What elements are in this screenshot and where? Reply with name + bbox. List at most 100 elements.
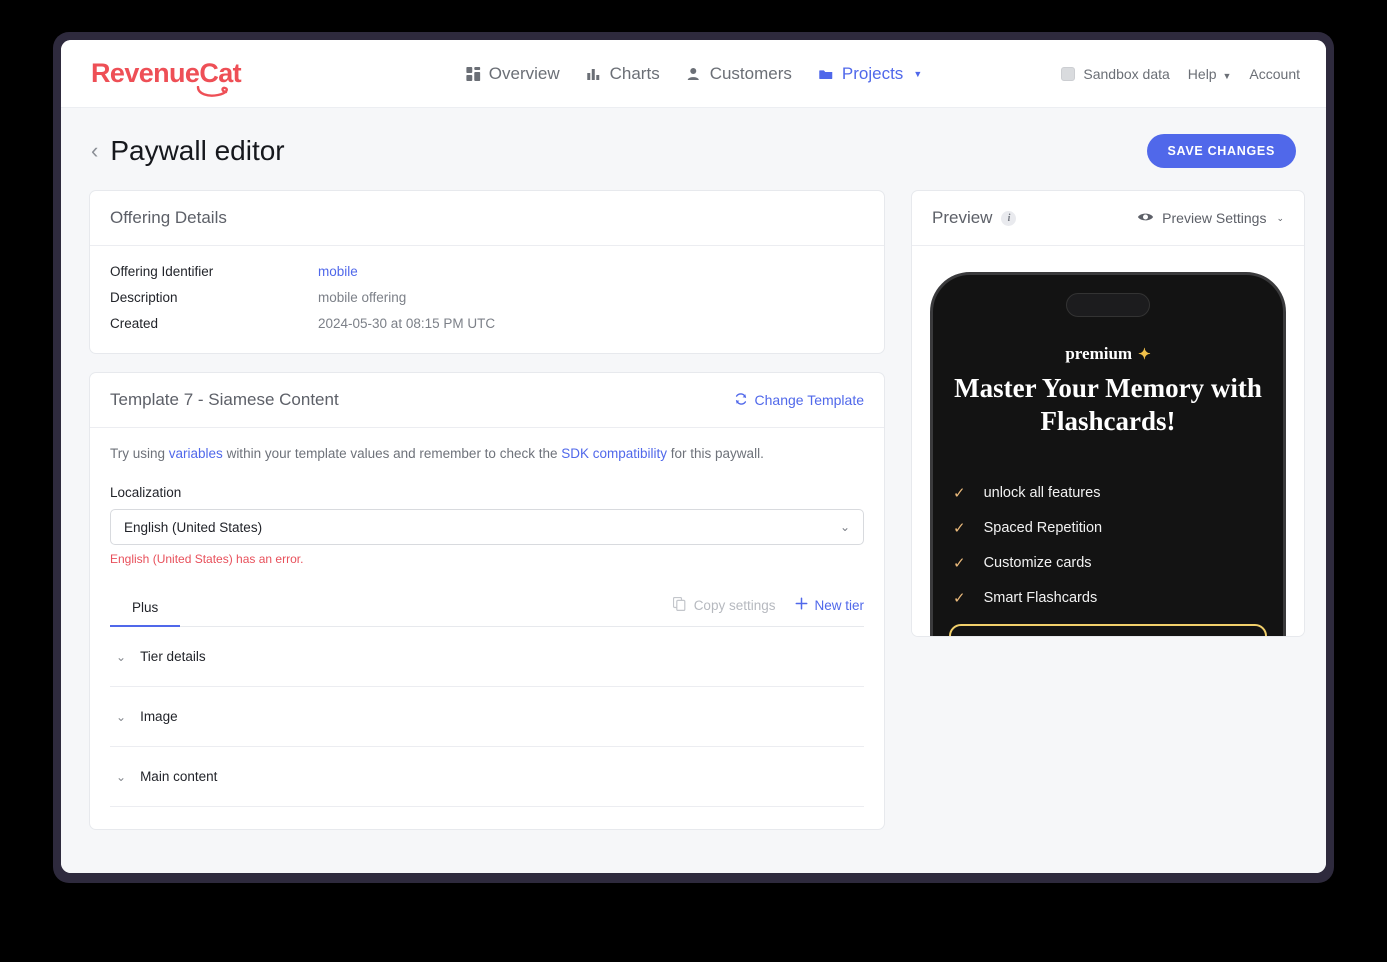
phone-notch [1066,293,1150,317]
check-icon: ✓ [953,519,966,537]
chevron-down-icon: ⌄ [116,709,127,724]
nav-item-charts[interactable]: Charts [586,64,660,84]
tier-tabs: Plus Copy settings New tier [110,592,864,627]
localization-label: Localization [110,485,182,500]
bar-chart-icon [586,66,602,82]
account-label: Account [1249,65,1300,82]
variables-link[interactable]: variables [169,446,223,461]
nav-label-charts: Charts [609,63,660,83]
revenuecat-logo[interactable]: RevenueCat [91,58,242,97]
template-hint: Try using variables within your template… [110,446,864,461]
folder-icon [818,66,834,82]
sparkle-icon: ✦ [1138,346,1151,363]
phone-preview-stage: premium ✦ Master Your Memory with Flashc… [912,246,1304,636]
paywall-feature-list: ✓ unlock all features ✓ Spaced Repetitio… [953,484,1263,624]
detail-row-identifier: Offering Identifier mobile [110,264,864,279]
list-item: ✓ unlock all features [953,484,1263,502]
tab-plus[interactable]: Plus [110,592,181,627]
sandbox-data-label: Sandbox data [1083,65,1170,82]
offering-identifier-link[interactable]: mobile [318,264,358,279]
feature-label: Spaced Repetition [983,519,1103,536]
detail-label: Offering Identifier [110,264,214,279]
sdk-compatibility-link[interactable]: SDK compatibility [561,446,667,461]
detail-label: Description [110,290,178,305]
change-template-button[interactable]: Change Template [734,392,864,409]
template-title: Template 7 - Siamese Content [110,390,339,409]
accordion-main-content: ⌄ Main content [110,747,864,807]
help-menu[interactable]: Help ▼ [1188,66,1232,82]
page-title: Paywall editor [110,135,285,166]
back-chevron-icon[interactable]: ‹ [91,140,98,162]
app-viewport: RevenueCat Overview Charts Customers Pro… [61,40,1326,873]
secondary-nav: Sandbox data Help ▼ Account [1061,66,1300,82]
nav-item-customers[interactable]: Customers [686,64,792,84]
change-template-label: Change Template [754,392,864,408]
hint-middle: within your template values and remember… [222,446,562,461]
template-body: Try using variables within your template… [90,428,884,829]
hint-prefix: Try using [110,446,169,461]
preview-title: Preview [932,208,993,227]
feature-label: Customize cards [983,554,1092,571]
chevron-down-icon: ⌄ [839,520,850,534]
accordion-label: Main content [140,769,218,784]
refresh-icon [734,392,748,409]
check-icon: ✓ [953,554,966,572]
chevron-down-icon: ⌄ [116,769,127,784]
detail-row-created: Created 2024-05-30 at 08:15 PM UTC [110,316,864,331]
save-changes-button[interactable]: SAVE CHANGES [1146,134,1296,168]
localization-select[interactable]: English (United States) ⌄ [110,509,864,545]
logo-text: RevenueCat [91,58,242,88]
top-navbar: RevenueCat Overview Charts Customers Pro… [61,40,1326,108]
hint-suffix: for this paywall. [667,446,764,461]
editor-left-column: Offering Details Offering Identifier mob… [89,190,885,848]
chevron-down-icon: ▼ [1222,70,1232,81]
package-option-monthly[interactable]: ✓ Monthly Full access for just $4.99/mo [949,623,1267,636]
accordion-row-main-content[interactable]: ⌄ Main content [110,747,864,806]
copy-settings-label: Copy settings [693,597,776,613]
list-item: ✓ Smart Flashcards [953,589,1263,607]
preview-card: Preview i Preview Settings ⌄ premium ✦ M… [911,190,1305,637]
editor-right-column: Preview i Preview Settings ⌄ premium ✦ M… [911,190,1305,655]
check-icon: ✓ [953,484,966,502]
feature-label: unlock all features [983,484,1101,501]
list-item: ✓ Spaced Repetition [953,519,1263,537]
nav-label-customers: Customers [709,63,792,83]
nav-item-projects[interactable]: Projects ▼ [818,64,922,84]
preview-settings-button[interactable]: Preview Settings ⌄ [1137,210,1284,226]
paywall-eyebrow: premium ✦ [1065,344,1150,364]
account-menu[interactable]: Account [1249,66,1300,82]
accordion-tier-details: ⌄ Tier details [110,627,864,687]
localization-value: English (United States) [124,519,263,535]
grid-icon [465,66,481,82]
toggle-icon [1061,66,1076,81]
nav-label-overview: Overview [488,63,560,83]
page-content: ‹ Paywall editor SAVE CHANGES Offering D… [61,108,1326,873]
sandbox-data-toggle[interactable]: Sandbox data [1061,65,1170,82]
browser-frame: RevenueCat Overview Charts Customers Pro… [53,32,1334,883]
cat-tail-icon [196,86,228,97]
phone-mockup: premium ✦ Master Your Memory with Flashc… [930,272,1286,636]
accordion-row-tier-details[interactable]: ⌄ Tier details [110,627,864,686]
chevron-down-icon: ⌄ [1276,212,1284,223]
accordion-image: ⌄ Image [110,687,864,747]
check-icon: ✓ [953,589,966,607]
nav-item-overview[interactable]: Overview [465,64,560,84]
eye-icon [1137,210,1154,226]
new-tier-button[interactable]: New tier [795,597,864,613]
nav-label-projects: Projects [841,63,904,83]
offering-details-body: Offering Identifier mobile Description m… [90,246,884,353]
detail-label: Created [110,316,159,331]
editor-columns: Offering Details Offering Identifier mob… [89,190,1305,848]
tier-tab-actions: Copy settings New tier [672,596,864,622]
page-header: ‹ Paywall editor SAVE CHANGES [89,134,1298,168]
accordion-label: Tier details [140,649,206,664]
info-icon[interactable]: i [1001,210,1017,226]
paywall-eyebrow-text: premium [1065,344,1133,363]
copy-settings-button[interactable]: Copy settings [672,596,776,614]
person-icon [686,66,702,82]
detail-row-description: Description mobile offering [110,290,864,305]
accordion-row-image[interactable]: ⌄ Image [110,687,864,746]
feature-label: Smart Flashcards [983,589,1098,606]
template-header: Template 7 - Siamese Content Change Temp… [90,373,884,428]
help-label: Help [1187,65,1217,82]
